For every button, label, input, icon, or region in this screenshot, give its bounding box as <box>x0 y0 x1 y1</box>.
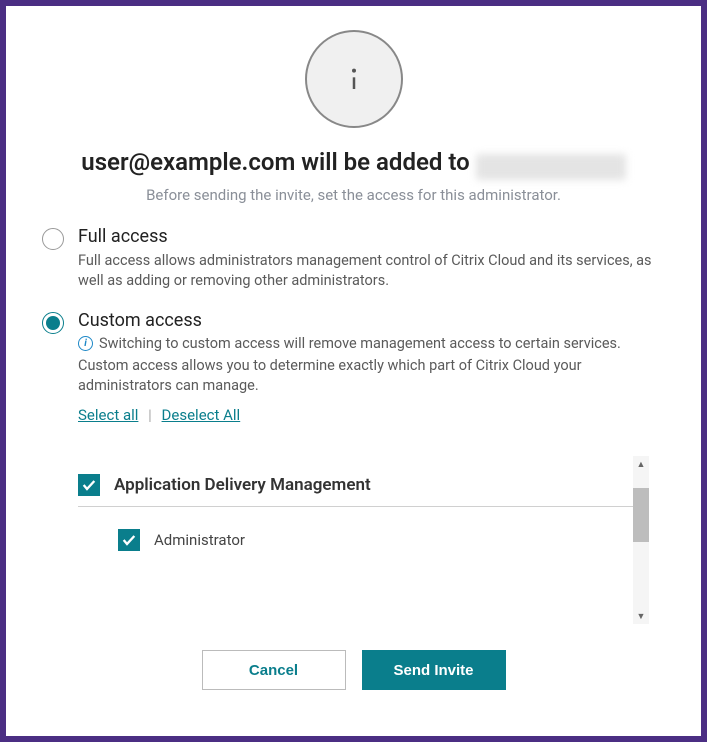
option-custom-access[interactable]: Custom access i Switching to custom acce… <box>42 310 665 425</box>
radio-custom-access[interactable] <box>42 312 64 334</box>
custom-info-line: i Switching to custom access will remove… <box>78 335 665 352</box>
option-full-desc: Full access allows administrators manage… <box>78 251 665 292</box>
service-row[interactable]: Application Delivery Management <box>78 456 639 507</box>
deselect-all-link[interactable]: Deselect All <box>162 406 241 424</box>
role-name: Administrator <box>154 531 245 549</box>
option-full-access[interactable]: Full access Full access allows administr… <box>42 226 665 292</box>
info-icon <box>305 30 403 128</box>
modal-subtitle: Before sending the invite, set the acces… <box>42 186 665 204</box>
info-badge-icon: i <box>78 336 93 351</box>
select-all-link[interactable]: Select all <box>78 406 138 424</box>
modal-title: user@example.com will be added to <box>81 148 469 176</box>
option-full-title: Full access <box>78 226 665 247</box>
modal-title-row: user@example.com will be added to <box>42 148 665 186</box>
role-row[interactable]: Administrator <box>78 507 639 551</box>
send-invite-button[interactable]: Send Invite <box>362 650 506 690</box>
org-name-redacted <box>476 154 626 180</box>
scroll-up-icon[interactable]: ▲ <box>633 456 649 472</box>
custom-info-text: Switching to custom access will remove m… <box>99 335 621 352</box>
button-row: Cancel Send Invite <box>42 650 665 690</box>
service-checkbox[interactable] <box>78 474 100 496</box>
cancel-button[interactable]: Cancel <box>202 650 346 690</box>
role-checkbox[interactable] <box>118 529 140 551</box>
service-name: Application Delivery Management <box>114 475 371 495</box>
option-custom-title: Custom access <box>78 310 665 331</box>
scrollbar[interactable]: ▲ ▼ <box>633 456 649 624</box>
scrollbar-thumb[interactable] <box>633 488 649 542</box>
services-scroll-area: Application Delivery Management Administ… <box>78 456 665 624</box>
select-links: Select all | Deselect All <box>78 406 665 424</box>
add-administrator-modal: user@example.com will be added to Before… <box>6 6 701 736</box>
radio-full-access[interactable] <box>42 228 64 250</box>
option-custom-desc: Custom access allows you to determine ex… <box>78 356 665 397</box>
scroll-down-icon[interactable]: ▼ <box>633 608 649 624</box>
